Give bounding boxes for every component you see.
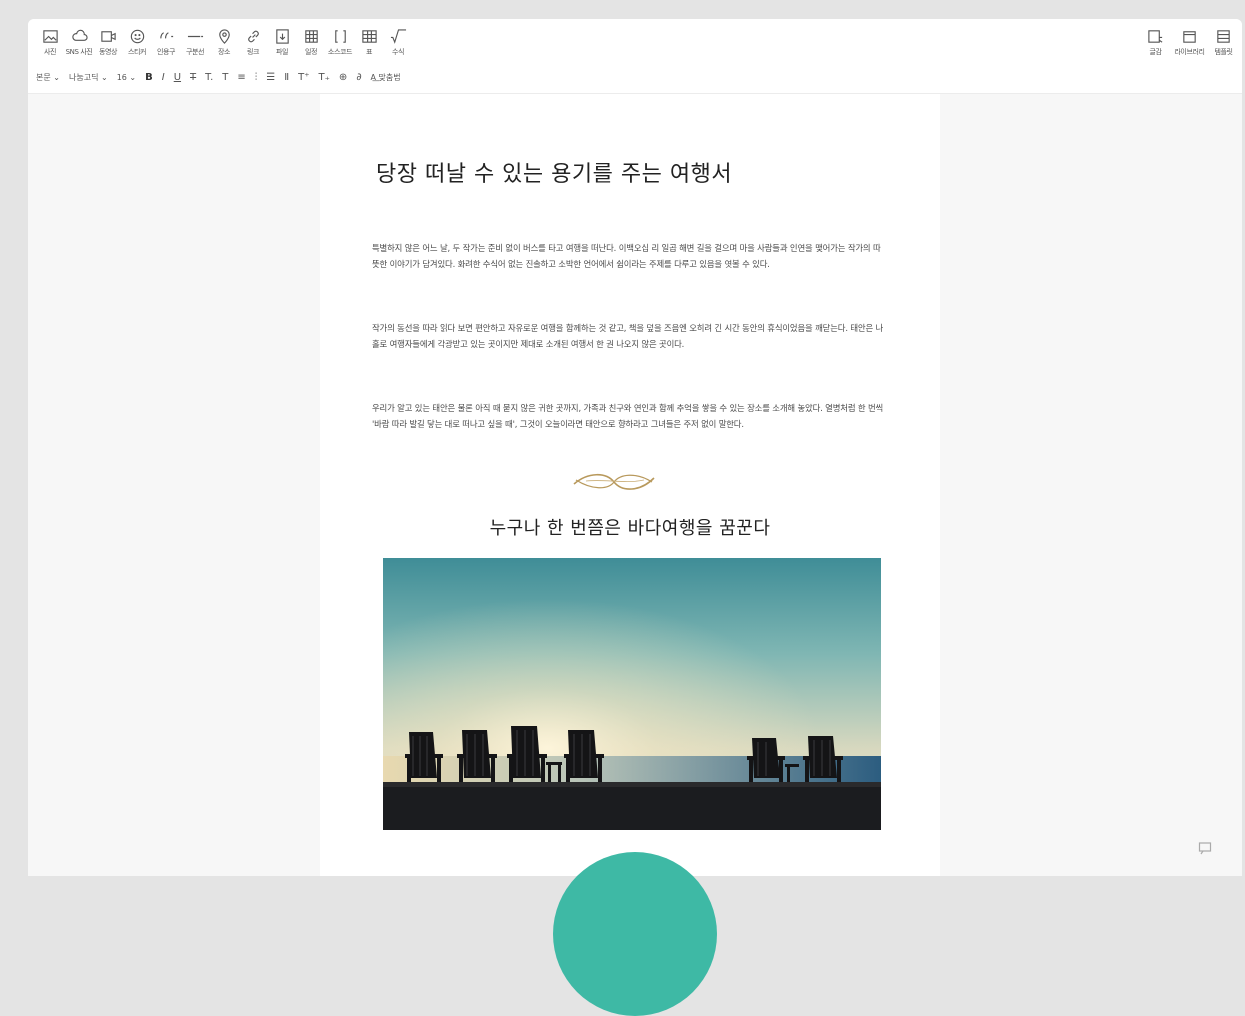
beach-chairs-photo[interactable] — [383, 558, 881, 830]
chevron-down-icon: ⌄ — [100, 72, 108, 82]
insert-sticker-button[interactable]: 스티커 — [125, 26, 149, 62]
insert-sticker-label: 스티커 — [127, 48, 147, 56]
photo-icon — [40, 26, 60, 46]
special-char-icon[interactable]: ⊕ — [339, 72, 347, 83]
insert-formula-button[interactable]: 수식 — [386, 26, 410, 62]
insert-photo-label: 사진 — [43, 48, 57, 56]
list-icon[interactable]: ☰ — [266, 72, 275, 83]
template-button[interactable]: 템플릿 — [1208, 26, 1239, 57]
body-paragraph[interactable]: 작가의 동선을 따라 읽다 보면 편안하고 자유로운 여행을 함께하는 것 같고… — [372, 320, 884, 352]
material-button[interactable]: 글감 — [1140, 26, 1171, 57]
table-icon — [359, 26, 379, 46]
sticker-icon — [127, 26, 147, 46]
link-icon — [243, 26, 263, 46]
library-button[interactable]: 라이브러리 — [1174, 26, 1205, 57]
body-paragraph[interactable]: 특별하지 않은 어느 날, 두 작가는 준비 없이 버스를 타고 여행을 떠난다… — [372, 240, 884, 272]
font-size-select[interactable]: 16 ⌄ — [117, 73, 136, 82]
insert-table-label: 표 — [365, 48, 373, 56]
insert-file-button[interactable]: 파일 — [270, 26, 294, 62]
comment-icon[interactable] — [1198, 840, 1212, 855]
paragraph-style-select[interactable]: 본문 ⌄ — [36, 72, 60, 83]
insert-formula-label: 수식 — [391, 48, 405, 56]
library-label: 라이브러리 — [1174, 48, 1205, 56]
text-color-button[interactable]: T. — [205, 72, 213, 83]
editor-toolbar: 사진 SNS 사진 동영상 스티커 인용구 구분선 장소 링크 파일 일정 소스… — [28, 19, 1242, 94]
body-paragraph[interactable]: 우리가 알고 있는 태안은 물론 아직 때 묻지 않은 귀한 곳까지, 가족과 … — [372, 400, 884, 432]
paragraph-style-value: 본문 — [36, 72, 51, 82]
sns-photo-icon — [69, 26, 89, 46]
insert-schedule-button[interactable]: 일정 — [299, 26, 323, 62]
editor-window: 사진 SNS 사진 동영상 스티커 인용구 구분선 장소 링크 파일 일정 소스… — [28, 19, 1242, 876]
spell-check-button[interactable]: A͟ 맞춤법 — [370, 72, 400, 83]
link-format-icon[interactable]: ∂ — [356, 72, 361, 83]
editor-canvas: 당장 떠날 수 있는 용기를 주는 여행서 특별하지 않은 어느 날, 두 작가… — [28, 94, 1242, 876]
strikethrough-button[interactable]: T — [190, 72, 196, 83]
chevron-down-icon: ⌄ — [53, 72, 60, 82]
library-icon — [1180, 26, 1200, 46]
template-icon — [1214, 26, 1234, 46]
insert-photo-button[interactable]: 사진 — [38, 26, 62, 62]
document-title[interactable]: 당장 떠날 수 있는 용기를 주는 여행서 — [376, 156, 732, 188]
insert-link-label: 링크 — [246, 48, 260, 56]
ornament-divider — [566, 468, 662, 496]
insert-divider-button[interactable]: 구분선 — [183, 26, 207, 62]
format-toolbar: 본문 ⌄ 나눔고딕 ⌄ 16 ⌄ B I U T T. T ≡ ⫶ ☰ Ⅱ T⁺… — [36, 69, 410, 85]
spell-check-icon: A͟ — [370, 72, 376, 82]
background-color-button[interactable]: T — [222, 72, 228, 83]
schedule-icon — [301, 26, 321, 46]
section-subtitle[interactable]: 누구나 한 번쯤은 바다여행을 꿈꾼다 — [320, 514, 940, 540]
insert-place-button[interactable]: 장소 — [212, 26, 236, 62]
insert-source-code-button[interactable]: 소스코드 — [328, 26, 352, 62]
divider-icon — [185, 26, 205, 46]
insert-quote-button[interactable]: 인용구 — [154, 26, 178, 62]
floating-action-circle[interactable] — [553, 852, 717, 1016]
subscript-button[interactable]: T₊ — [319, 72, 330, 83]
toolbar-right-group: 글감 라이브러리 템플릿 — [1140, 26, 1242, 57]
line-height-icon[interactable]: ⫶ — [255, 72, 258, 83]
insert-schedule-label: 일정 — [304, 48, 318, 56]
material-label: 글감 — [1149, 48, 1162, 56]
insert-link-button[interactable]: 링크 — [241, 26, 265, 62]
material-icon — [1146, 26, 1166, 46]
insert-table-button[interactable]: 표 — [357, 26, 381, 62]
insert-source-code-label: 소스코드 — [327, 48, 353, 56]
insert-file-label: 파일 — [275, 48, 289, 56]
underline-button[interactable]: U — [174, 72, 181, 83]
insert-place-label: 장소 — [217, 48, 231, 56]
font-select[interactable]: 나눔고딕 ⌄ — [69, 72, 108, 83]
insert-quote-label: 인용구 — [156, 48, 176, 56]
font-value: 나눔고딕 — [68, 72, 99, 82]
insert-video-button[interactable]: 동영상 — [96, 26, 120, 62]
quote-icon — [156, 26, 176, 46]
insert-video-label: 동영상 — [98, 48, 118, 56]
italic-button[interactable]: I — [162, 72, 165, 83]
superscript-button[interactable]: T⁺ — [298, 72, 309, 83]
insert-toolbar: 사진 SNS 사진 동영상 스티커 인용구 구분선 장소 링크 파일 일정 소스… — [28, 26, 415, 62]
chevron-down-icon: ⌄ — [129, 72, 137, 82]
video-icon — [98, 26, 118, 46]
letter-spacing-icon[interactable]: Ⅱ — [284, 72, 289, 83]
spell-check-label: 맞춤법 — [378, 72, 401, 82]
file-icon — [272, 26, 292, 46]
place-icon — [214, 26, 234, 46]
bold-button[interactable]: B — [145, 72, 153, 83]
document-page[interactable]: 당장 떠날 수 있는 용기를 주는 여행서 특별하지 않은 어느 날, 두 작가… — [320, 94, 940, 876]
align-left-icon[interactable]: ≡ — [237, 72, 245, 83]
template-label: 템플릿 — [1214, 48, 1233, 56]
formula-icon — [388, 26, 408, 46]
insert-sns-photo-label: SNS 사진 — [65, 48, 93, 56]
font-size-value: 16 — [116, 72, 127, 82]
insert-divider-label: 구분선 — [185, 48, 205, 56]
source-code-icon — [330, 26, 350, 46]
insert-sns-photo-button[interactable]: SNS 사진 — [65, 26, 93, 62]
